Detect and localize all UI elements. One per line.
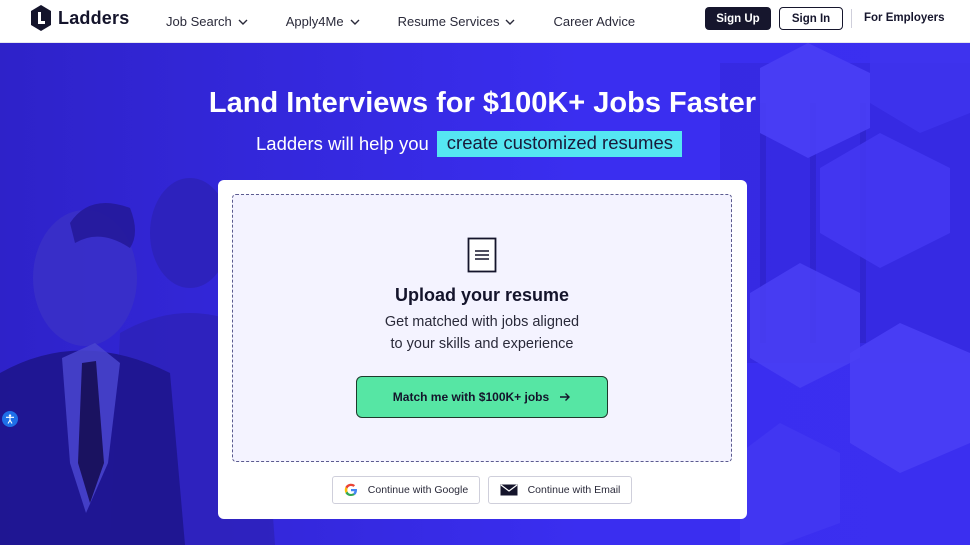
sign-up-button[interactable]: Sign Up bbox=[705, 7, 771, 30]
continue-with-google-button[interactable]: Continue with Google bbox=[332, 476, 480, 504]
accessibility-icon[interactable] bbox=[2, 411, 18, 427]
nav-label: Career Advice bbox=[553, 14, 636, 29]
upload-title: Upload your resume bbox=[394, 285, 570, 305]
subline-text: Ladders will help you bbox=[256, 133, 429, 154]
ladders-logo-icon bbox=[31, 5, 51, 31]
continue-with-email-button[interactable]: Continue with Email bbox=[488, 476, 632, 504]
nav-apply4me[interactable]: Apply4Me bbox=[286, 14, 360, 29]
upload-card: Upload your resume Get matched with jobs… bbox=[218, 180, 747, 519]
upload-desc-line: Get matched with jobs aligned bbox=[384, 314, 580, 330]
site-header: Ladders Job Search Apply4Me Resume Servi… bbox=[0, 0, 970, 43]
document-icon bbox=[467, 237, 497, 273]
hero-section: Land Interviews for $100K+ Jobs Faster L… bbox=[0, 43, 970, 545]
for-employers-link[interactable]: For Employers bbox=[864, 12, 945, 24]
chevron-down-icon bbox=[238, 19, 248, 25]
nav-label: Job Search bbox=[166, 14, 232, 29]
nav-career-advice[interactable]: Career Advice bbox=[553, 14, 635, 29]
nav-job-search[interactable]: Job Search bbox=[166, 14, 248, 29]
logo-text: Ladders bbox=[58, 7, 130, 28]
upload-description: Get matched with jobs aligned to your sk… bbox=[233, 311, 731, 355]
ladders-logo[interactable]: Ladders bbox=[30, 4, 129, 32]
sign-in-button[interactable]: Sign In bbox=[779, 7, 843, 30]
email-button-label: Continue with Email bbox=[527, 484, 621, 496]
nav-label: Apply4Me bbox=[285, 14, 344, 29]
match-jobs-button[interactable]: Match me with $100K+ jobs bbox=[356, 376, 608, 418]
google-icon bbox=[344, 483, 357, 496]
arrow-right-icon bbox=[560, 393, 571, 401]
hero-subline: Ladders will help you create customized … bbox=[256, 131, 682, 157]
accessibility-glyph-icon bbox=[6, 414, 14, 424]
upload-desc-line: to your skills and experience bbox=[390, 336, 574, 352]
header-divider bbox=[851, 9, 852, 28]
envelope-icon bbox=[500, 484, 518, 496]
chevron-down-icon bbox=[505, 19, 515, 25]
google-button-label: Continue with Google bbox=[367, 484, 469, 496]
match-button-label: Match me with $100K+ jobs bbox=[392, 390, 550, 404]
resume-dropzone[interactable]: Upload your resume Get matched with jobs… bbox=[232, 194, 732, 462]
main-nav: Job Search Apply4Me Resume Services Care… bbox=[166, 0, 673, 43]
nav-label: Resume Services bbox=[397, 14, 500, 29]
hero-headline: Land Interviews for $100K+ Jobs Faster bbox=[208, 87, 757, 119]
subline-highlight: create customized resumes bbox=[436, 131, 682, 157]
chevron-down-icon bbox=[350, 19, 360, 25]
nav-resume-services[interactable]: Resume Services bbox=[398, 14, 516, 29]
